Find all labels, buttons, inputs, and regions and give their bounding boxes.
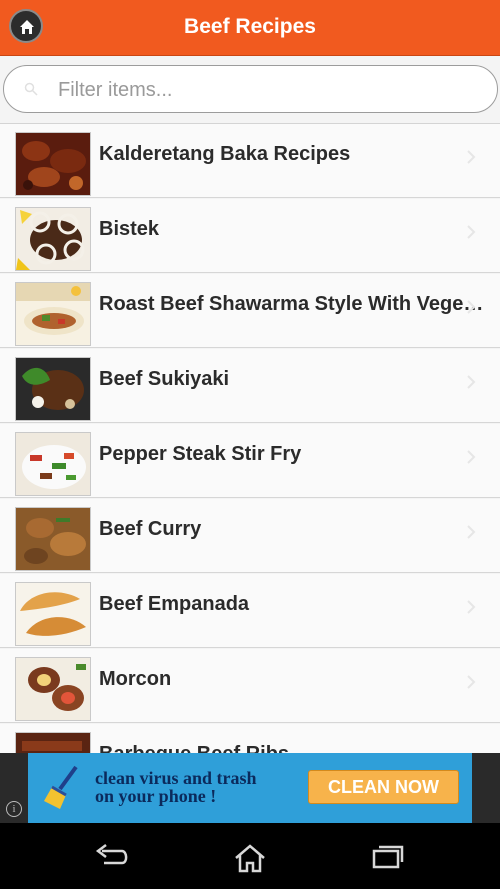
recipe-label: Beef Curry (99, 518, 202, 540)
list-item[interactable]: Bistek (0, 199, 500, 273)
chevron-right-icon (467, 450, 476, 464)
recipe-thumbnail (15, 582, 91, 646)
recipe-label: Roast Beef Shawarma Style With Vegetable… (99, 293, 487, 315)
list-item[interactable]: Pepper Steak Stir Fry (0, 424, 500, 498)
recipe-label: Bistek (99, 218, 160, 240)
search-bar (0, 56, 500, 121)
list-item[interactable]: Roast Beef Shawarma Style With Vegetable… (0, 274, 500, 348)
recent-apps-icon[interactable] (371, 843, 405, 869)
recipe-label: Beef Sukiyaki (99, 368, 230, 390)
chevron-right-icon (467, 675, 476, 689)
app-header: Beef Recipes (0, 0, 500, 56)
list-item[interactable]: Beef Curry (0, 499, 500, 573)
ad-banner[interactable]: clean virus and trash on your phone ! CL… (0, 753, 500, 823)
chevron-right-icon (467, 225, 476, 239)
recipe-thumbnail (15, 732, 91, 754)
list-item[interactable]: Beef Empanada (0, 574, 500, 648)
ad-line-2: on your phone ! (95, 786, 217, 806)
chevron-right-icon (467, 150, 476, 164)
clean-now-button[interactable]: CLEAN NOW (308, 770, 459, 804)
search-input[interactable] (56, 74, 480, 106)
chevron-right-icon (467, 600, 476, 614)
list-item[interactable]: Beef Sukiyaki (0, 349, 500, 423)
recipe-label: Kalderetang Baka Recipes (99, 143, 351, 165)
ad-content[interactable]: clean virus and trash on your phone ! CL… (28, 753, 472, 823)
list-item[interactable]: Barbeque Beef Ribs (0, 724, 500, 754)
recipe-thumbnail (15, 282, 91, 346)
recipe-thumbnail (15, 432, 91, 496)
recipe-thumbnail (15, 507, 91, 571)
list-item[interactable]: Kalderetang Baka Recipes (0, 124, 500, 198)
back-icon[interactable] (94, 843, 130, 869)
chevron-right-icon (467, 525, 476, 539)
recipe-list: Kalderetang Baka Recipes Bistek Roast Be… (0, 123, 500, 754)
recipe-thumbnail (15, 132, 91, 196)
page-title: Beef Recipes (184, 15, 316, 38)
recipe-thumbnail (15, 657, 91, 721)
recipe-thumbnail (15, 207, 91, 271)
search-icon (24, 82, 38, 96)
system-nav-bar (0, 823, 500, 889)
search-field[interactable] (3, 65, 498, 113)
ad-info-icon[interactable]: i (6, 801, 22, 817)
recipe-label: Pepper Steak Stir Fry (99, 443, 302, 465)
chevron-right-icon (467, 375, 476, 389)
recipe-label: Morcon (99, 668, 172, 690)
recipe-label: Beef Empanada (99, 593, 250, 615)
ad-message: clean virus and trash on your phone ! (95, 769, 325, 805)
list-item[interactable]: Morcon (0, 649, 500, 723)
recipe-label: Barbeque Beef Ribs (99, 743, 290, 754)
recipe-thumbnail (15, 357, 91, 421)
ad-line-1: clean virus and trash (95, 768, 257, 788)
broom-icon (44, 765, 78, 809)
home-nav-icon[interactable] (233, 843, 267, 873)
chevron-right-icon (467, 300, 476, 314)
